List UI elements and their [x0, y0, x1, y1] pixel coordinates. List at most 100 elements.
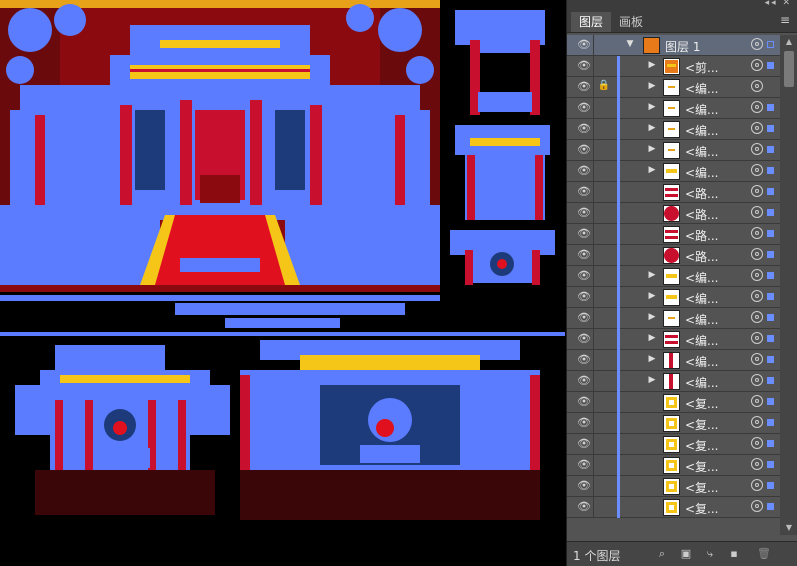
visibility-eye-icon[interactable]: 👁	[575, 101, 593, 115]
target-circle-icon[interactable]	[751, 290, 763, 302]
selection-indicator[interactable]	[767, 104, 774, 111]
make-clip-icon[interactable]: ▣	[679, 547, 693, 561]
layer-row[interactable]: 👁 ▶ <剪...	[567, 56, 780, 77]
collapse-arrow-icon[interactable]: ▼	[625, 39, 635, 51]
expand-arrow-icon[interactable]: ▶	[647, 60, 657, 72]
layer-row[interactable]: 👁 <复...	[567, 413, 780, 434]
layer-row[interactable]: 👁 ▶ <编...	[567, 287, 780, 308]
target-circle-icon[interactable]	[751, 101, 763, 113]
layer-name[interactable]: <编...	[685, 269, 719, 286]
layer-row[interactable]: 👁 <路...	[567, 224, 780, 245]
layer-name[interactable]: <编...	[685, 353, 719, 370]
layer-row[interactable]: 👁 ▶ <编...	[567, 371, 780, 392]
layer-name[interactable]: <编...	[685, 143, 719, 160]
layer-name[interactable]: <路...	[685, 185, 719, 202]
selection-indicator[interactable]	[767, 188, 774, 195]
tab-artboards[interactable]: 画板	[611, 12, 651, 32]
layer-row[interactable]: 👁 ▶ <编...	[567, 329, 780, 350]
selection-indicator[interactable]	[767, 272, 774, 279]
scroll-up-icon[interactable]: ▲	[780, 35, 797, 49]
expand-arrow-icon[interactable]: ▶	[647, 312, 657, 324]
delete-icon[interactable]: 🗑	[757, 547, 771, 561]
layer-name[interactable]: <路...	[685, 227, 719, 244]
layer-name[interactable]: <编...	[685, 374, 719, 391]
target-circle-icon[interactable]	[751, 248, 763, 260]
new-sublayer-icon[interactable]: ⤷	[703, 547, 717, 561]
layer-row[interactable]: 👁 <复...	[567, 392, 780, 413]
target-circle-icon[interactable]	[751, 227, 763, 239]
selection-indicator[interactable]	[767, 209, 774, 216]
visibility-eye-icon[interactable]: 👁	[575, 269, 593, 283]
expand-arrow-icon[interactable]: ▶	[647, 102, 657, 114]
selection-indicator[interactable]	[767, 461, 774, 468]
target-circle-icon[interactable]	[751, 416, 763, 428]
layer-row[interactable]: 👁 ▶ <编...	[567, 266, 780, 287]
visibility-eye-icon[interactable]: 👁	[575, 38, 593, 52]
selection-indicator[interactable]	[767, 314, 774, 321]
visibility-eye-icon[interactable]: 👁	[575, 143, 593, 157]
visibility-eye-icon[interactable]: 👁	[575, 353, 593, 367]
layer-row[interactable]: 👁 <路...	[567, 182, 780, 203]
expand-arrow-icon[interactable]: ▶	[647, 165, 657, 177]
target-circle-icon[interactable]	[751, 311, 763, 323]
layer-name[interactable]: <编...	[685, 164, 719, 181]
layer-row[interactable]: 👁 <复...	[567, 476, 780, 497]
selection-indicator[interactable]	[767, 146, 774, 153]
expand-arrow-icon[interactable]: ▶	[647, 123, 657, 135]
target-circle-icon[interactable]	[751, 479, 763, 491]
selection-indicator[interactable]	[767, 251, 774, 258]
layers-scrollbar[interactable]: ▲ ▼	[780, 35, 797, 535]
target-circle-icon[interactable]	[751, 332, 763, 344]
target-circle-icon[interactable]	[751, 143, 763, 155]
expand-arrow-icon[interactable]: ▶	[647, 333, 657, 345]
visibility-eye-icon[interactable]: 👁	[575, 311, 593, 325]
target-circle-icon[interactable]	[751, 80, 763, 92]
expand-arrow-icon[interactable]: ▶	[647, 270, 657, 282]
visibility-eye-icon[interactable]: 👁	[575, 374, 593, 388]
layer-row[interactable]: 👁 ▶ <编...	[567, 350, 780, 371]
target-circle-icon[interactable]	[751, 206, 763, 218]
lock-icon[interactable]: 🔒	[597, 80, 611, 94]
layer-row[interactable]: 👁 ▶ <编...	[567, 161, 780, 182]
layer-row[interactable]: 👁 ▶ <编...	[567, 308, 780, 329]
layer-row[interactable]: 👁 <复...	[567, 497, 780, 518]
layer-row[interactable]: 👁 ▶ <编...	[567, 98, 780, 119]
target-circle-icon[interactable]	[751, 164, 763, 176]
visibility-eye-icon[interactable]: 👁	[575, 185, 593, 199]
visibility-eye-icon[interactable]: 👁	[575, 479, 593, 493]
visibility-eye-icon[interactable]: 👁	[575, 59, 593, 73]
target-circle-icon[interactable]	[751, 437, 763, 449]
selection-indicator[interactable]	[767, 230, 774, 237]
selection-indicator[interactable]	[767, 167, 774, 174]
layer-name[interactable]: 图层 1	[665, 38, 700, 55]
selection-indicator[interactable]	[767, 356, 774, 363]
expand-arrow-icon[interactable]: ▶	[647, 144, 657, 156]
layer-name[interactable]: <编...	[685, 311, 719, 328]
target-circle-icon[interactable]	[751, 500, 763, 512]
selection-indicator[interactable]	[767, 335, 774, 342]
visibility-eye-icon[interactable]: 👁	[575, 332, 593, 346]
selection-indicator[interactable]	[767, 377, 774, 384]
search-icon[interactable]: ⌕	[655, 547, 669, 561]
panel-menu-icon[interactable]: ≡	[780, 13, 790, 27]
visibility-eye-icon[interactable]: 👁	[575, 206, 593, 220]
visibility-eye-icon[interactable]: 👁	[575, 458, 593, 472]
layer-name[interactable]: <复...	[685, 479, 719, 496]
layer-name[interactable]: <复...	[685, 500, 719, 517]
selection-indicator[interactable]	[767, 293, 774, 300]
target-circle-icon[interactable]	[751, 269, 763, 281]
artboard-canvas[interactable]	[0, 0, 565, 566]
layer-name[interactable]: <编...	[685, 80, 719, 97]
tab-layers[interactable]: 图层	[571, 12, 612, 32]
expand-arrow-icon[interactable]: ▶	[647, 291, 657, 303]
layer-row[interactable]: 👁 <复...	[567, 434, 780, 455]
visibility-eye-icon[interactable]: 👁	[575, 416, 593, 430]
selection-indicator[interactable]	[767, 482, 774, 489]
scroll-down-icon[interactable]: ▼	[780, 521, 797, 535]
selection-indicator[interactable]	[767, 62, 774, 69]
selection-indicator[interactable]	[767, 440, 774, 447]
layer-name[interactable]: <复...	[685, 437, 719, 454]
expand-arrow-icon[interactable]: ▶	[647, 81, 657, 93]
visibility-eye-icon[interactable]: 👁	[575, 227, 593, 241]
selection-indicator[interactable]	[767, 419, 774, 426]
